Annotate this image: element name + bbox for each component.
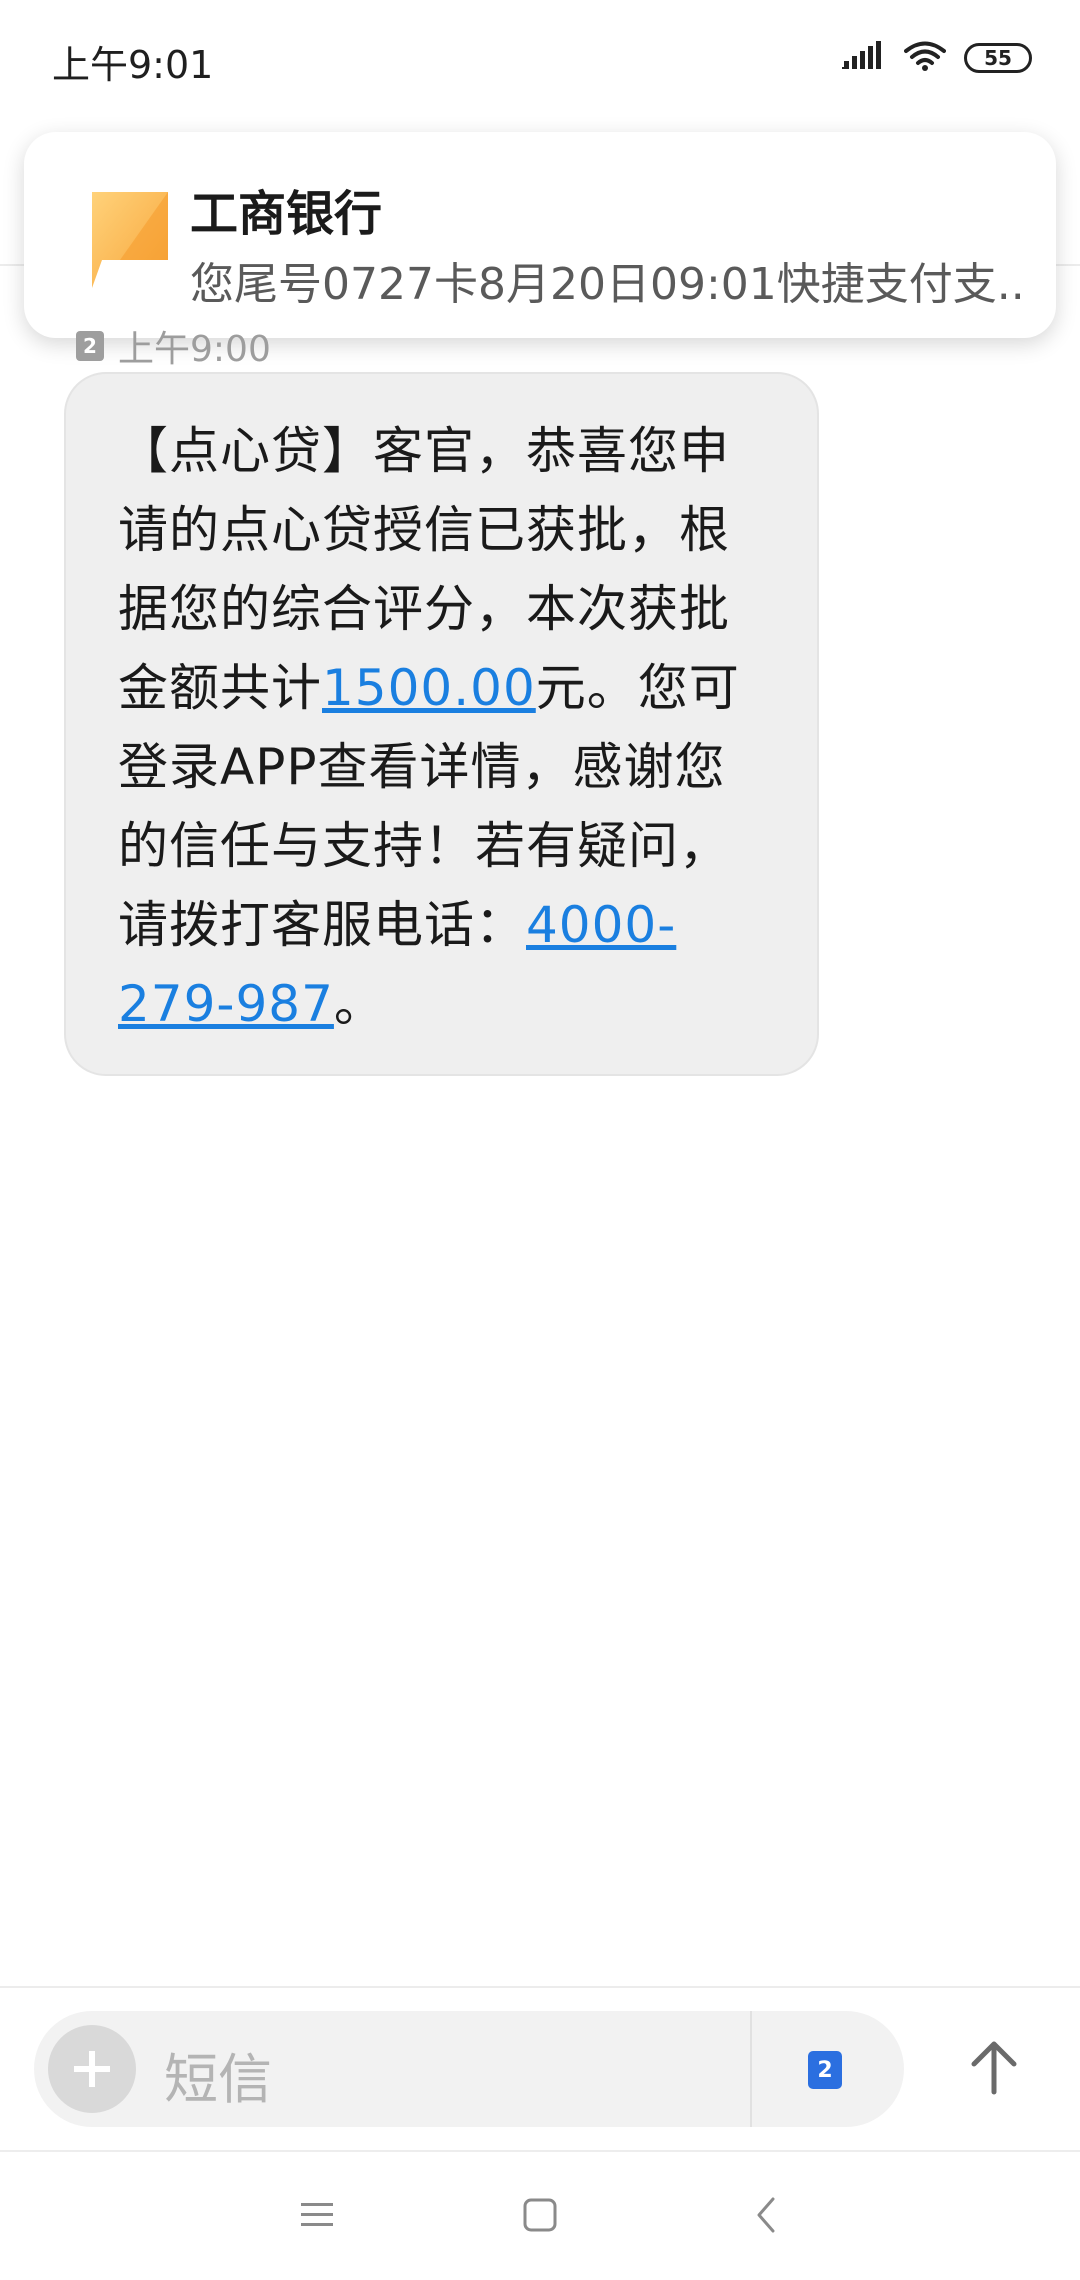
- back-icon[interactable]: [731, 2180, 801, 2250]
- status-time: 上午9:01: [52, 43, 214, 87]
- add-icon[interactable]: [48, 2025, 136, 2113]
- signal-icon: [842, 41, 886, 75]
- message-text-end: 。: [333, 975, 385, 1033]
- sim-select-button[interactable]: 2: [808, 2051, 842, 2089]
- sim-card-icon: 2: [76, 331, 104, 361]
- navigation-bar: [0, 2152, 1080, 2280]
- send-arrow-icon[interactable]: [952, 2026, 1036, 2110]
- message-meta: 2 上午9:00: [76, 320, 271, 372]
- message-bubble[interactable]: 【点心贷】客官，恭喜您申请的点心贷授信已获批，根据您的综合评分，本次获批金额共计…: [64, 372, 819, 1076]
- notification-body: 您尾号0727卡8月20日09:01快捷支付支..: [190, 259, 1025, 310]
- wifi-icon: [904, 40, 946, 76]
- sms-input[interactable]: 短信: [164, 2035, 272, 2114]
- composer-sim-divider: [750, 2011, 752, 2127]
- menu-icon[interactable]: [282, 2180, 352, 2250]
- amount-link[interactable]: 1500.00: [322, 659, 536, 717]
- status-bar: 上午9:01 55: [0, 0, 1080, 118]
- composer-divider: [0, 1986, 1080, 1988]
- notification-title: 工商银行: [190, 186, 383, 242]
- message-time: 上午9:00: [118, 329, 271, 370]
- status-icons: 55: [842, 40, 1032, 76]
- home-icon[interactable]: [505, 2180, 575, 2250]
- battery-icon: 55: [964, 43, 1032, 73]
- message-text: 【点心贷】客官，恭喜您申请的点心贷授信已获批，根据您的综合评分，本次获批金额共计…: [118, 412, 765, 1044]
- composer: 短信 2: [34, 2011, 904, 2127]
- notification-card[interactable]: 工商银行 您尾号0727卡8月20日09:01快捷支付支..: [24, 132, 1056, 338]
- message-icon: [72, 184, 176, 296]
